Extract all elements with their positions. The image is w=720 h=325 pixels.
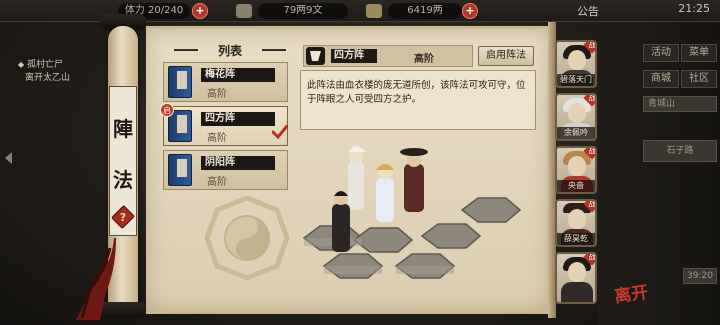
collapse-arrow-icon[interactable] <box>5 152 12 164</box>
enabled-badge: 启 <box>160 103 174 117</box>
party-member-name: 央啬 <box>557 180 595 192</box>
party-member-name: 薛昊乾 <box>557 233 595 245</box>
formation-detail-name: 四方阵 <box>331 49 377 63</box>
game-logo: 离开 <box>613 282 650 308</box>
book-icon <box>168 66 192 98</box>
hex-tile <box>352 227 414 253</box>
quest-title: 孤村亡尸 <box>27 60 64 70</box>
book-icon <box>168 154 192 186</box>
taiji-emblem-icon <box>205 196 289 280</box>
formation-detail-header: 四方阵 高阶 <box>303 45 473 67</box>
formation-preview <box>302 146 522 279</box>
party-member-2[interactable]: 余佩吟 战 <box>555 93 597 141</box>
enable-formation-button[interactable]: 启用阵法 <box>478 46 534 66</box>
silver-counter: 79两9文 <box>258 3 348 19</box>
announcement-button[interactable]: 公告 <box>577 3 599 19</box>
social-button[interactable]: 社区 <box>681 70 717 88</box>
formation-item-name: 阴阳阵 <box>201 156 275 170</box>
formation-item-yinyang[interactable]: 阴阳阵 高阶 <box>163 150 288 190</box>
road-button-label: 石子路 <box>666 146 694 156</box>
activity-button[interactable]: 活动 <box>643 44 679 62</box>
gold-ingot-icon <box>366 4 382 18</box>
tassel-decoration <box>76 238 116 320</box>
formation-item-meihua[interactable]: 梅花阵 高阶 <box>163 62 288 102</box>
menu-button[interactable]: 菜单 <box>681 44 717 62</box>
value-chip: 39:20 <box>683 268 717 284</box>
party-member-1[interactable]: 碧落天门 战 <box>555 40 597 88</box>
checkmark-icon <box>272 125 288 139</box>
silver-icon <box>236 4 252 18</box>
quest-subtitle: 离开太乙山 <box>25 73 71 83</box>
party-member-4[interactable]: 薛昊乾 战 <box>555 199 597 247</box>
party-member-name: 余佩吟 <box>557 127 595 139</box>
shop-button[interactable]: 商城 <box>643 70 679 88</box>
character-straw-hat <box>400 148 428 212</box>
formation-description: 此阵法由血衣楼的庞无道所创，该阵法可攻可守，位于阵眼之人可受四方之护。 <box>307 80 526 105</box>
formation-icon <box>306 47 325 65</box>
quest-tracker[interactable]: ◆ 孤村亡尸 离开太乙山 <box>18 58 108 85</box>
formation-item-rank: 高阶 <box>207 133 227 144</box>
formation-item-name: 四方阵 <box>201 112 275 126</box>
location-label: 青城山 <box>643 96 717 112</box>
formation-detail-rank: 高阶 <box>414 54 434 65</box>
party-member-name: 碧落天门 <box>557 74 595 86</box>
hex-tile <box>420 223 482 249</box>
clock-time: 21:25 <box>678 2 710 15</box>
party-member-5[interactable]: 战 <box>555 252 597 304</box>
hex-tile <box>460 197 522 223</box>
diamond-icon: ◆ <box>18 60 25 69</box>
character-blonde <box>376 164 394 222</box>
character-white-robe <box>348 146 366 210</box>
add-stamina-button[interactable]: + <box>192 3 208 19</box>
party-member-3[interactable]: 央啬 战 <box>555 146 597 194</box>
help-icon: ? <box>119 211 127 224</box>
formation-item-rank: 高阶 <box>207 89 227 100</box>
title-char-1: 陣 <box>113 117 133 141</box>
list-header: 列表 <box>170 42 290 58</box>
character-dark-warrior <box>332 191 350 252</box>
formation-item-sifang[interactable]: 启 四方阵 高阶 <box>160 103 288 146</box>
gold-counter: 6419两 <box>388 3 462 19</box>
add-gold-button[interactable]: + <box>462 3 478 19</box>
title-char-2: 法 <box>113 168 133 192</box>
road-button[interactable]: 石子路 <box>643 140 717 162</box>
formation-item-rank: 高阶 <box>207 177 227 188</box>
formation-item-name: 梅花阵 <box>201 68 275 82</box>
